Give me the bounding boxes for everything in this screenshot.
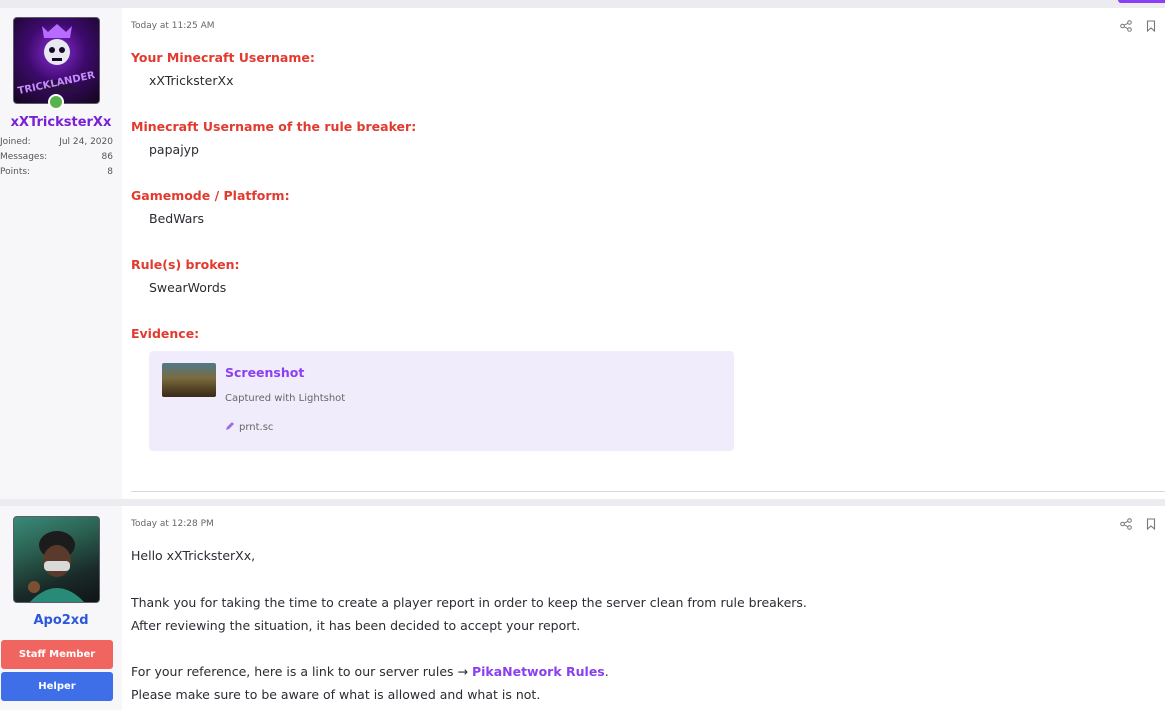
field-value-rule-breaker: papajyp xyxy=(149,142,199,157)
field-label-your-username: Your Minecraft Username: xyxy=(131,50,315,65)
stat-value: 86 xyxy=(101,152,113,162)
username[interactable]: Apo2xd xyxy=(0,613,122,628)
post-1-user-column: TRICKLANDER xXTricksterXx Joined: Jul 24… xyxy=(0,8,122,499)
embed-description: Captured with Lightshot xyxy=(225,393,346,404)
top-accent-button[interactable] xyxy=(1118,0,1165,3)
pencil-link-icon xyxy=(225,421,235,434)
field-label-rule-breaker: Minecraft Username of the rule breaker: xyxy=(131,119,417,134)
link-embed[interactable]: Screenshot Captured with Lightshot prnt.… xyxy=(149,351,734,451)
post-2-user-column: Apo2xd Staff Member Helper xyxy=(0,506,122,710)
post-timestamp[interactable]: Today at 12:28 PM xyxy=(131,519,214,529)
post-timestamp[interactable]: Today at 11:25 AM xyxy=(131,21,215,31)
reply-line-3-prefix: For your reference, here is a link to ou… xyxy=(131,664,472,679)
stat-label: Points: xyxy=(0,167,31,177)
post-2: Apo2xd Staff Member Helper Today at 12:2… xyxy=(0,506,1165,710)
stat-messages: Messages: 86 xyxy=(0,152,113,162)
reply-line-3-suffix: . xyxy=(604,664,609,679)
field-value-rules-broken: SwearWords xyxy=(149,280,227,295)
reply-line-4: Please make sure to be aware of what is … xyxy=(131,687,541,702)
top-bar xyxy=(0,0,1165,8)
post-tools xyxy=(1119,517,1157,530)
avatar[interactable]: TRICKLANDER xyxy=(13,17,100,104)
staff-member-badge: Staff Member xyxy=(1,640,113,669)
online-status-icon xyxy=(48,94,64,110)
stat-label: Joined: xyxy=(0,137,31,147)
stat-value: Jul 24, 2020 xyxy=(59,137,113,147)
post-1: TRICKLANDER xXTricksterXx Joined: Jul 24… xyxy=(0,8,1165,499)
field-label-rules-broken: Rule(s) broken: xyxy=(131,257,240,272)
stat-label: Messages: xyxy=(0,152,48,162)
share-icon[interactable] xyxy=(1119,517,1132,530)
reply-line-3: For your reference, here is a link to ou… xyxy=(131,664,609,679)
field-value-gamemode: BedWars xyxy=(149,211,205,226)
post-tools xyxy=(1119,19,1157,32)
stat-joined: Joined: Jul 24, 2020 xyxy=(0,137,113,147)
embed-domain[interactable]: prnt.sc xyxy=(225,421,273,434)
reply-line-1: Thank you for taking the time to create … xyxy=(131,595,807,610)
embed-title[interactable]: Screenshot xyxy=(225,365,304,380)
reply-greeting: Hello xXTricksterXx, xyxy=(131,548,256,563)
avatar[interactable] xyxy=(13,516,100,603)
post-1-content: Today at 11:25 AM Your Minecraft Usernam… xyxy=(122,8,1165,499)
post-divider xyxy=(131,491,1165,492)
reply-line-2: After reviewing the situation, it has be… xyxy=(131,618,581,633)
stat-value: 8 xyxy=(107,167,113,177)
post-2-content: Today at 12:28 PM Hello xXTricksterXx, T… xyxy=(122,506,1165,710)
field-label-evidence: Evidence: xyxy=(131,326,200,341)
rules-link[interactable]: PikaNetwork Rules xyxy=(472,664,605,679)
username[interactable]: xXTricksterXx xyxy=(0,115,122,130)
share-icon[interactable] xyxy=(1119,19,1132,32)
bookmark-icon[interactable] xyxy=(1144,19,1157,32)
field-label-gamemode: Gamemode / Platform: xyxy=(131,188,290,203)
stat-points: Points: 8 xyxy=(0,167,113,177)
embed-thumbnail[interactable] xyxy=(162,363,216,397)
bookmark-icon[interactable] xyxy=(1144,517,1157,530)
embed-domain-text: prnt.sc xyxy=(239,422,274,433)
helper-badge: Helper xyxy=(1,672,113,701)
field-value-your-username: xXTricksterXx xyxy=(149,73,234,88)
